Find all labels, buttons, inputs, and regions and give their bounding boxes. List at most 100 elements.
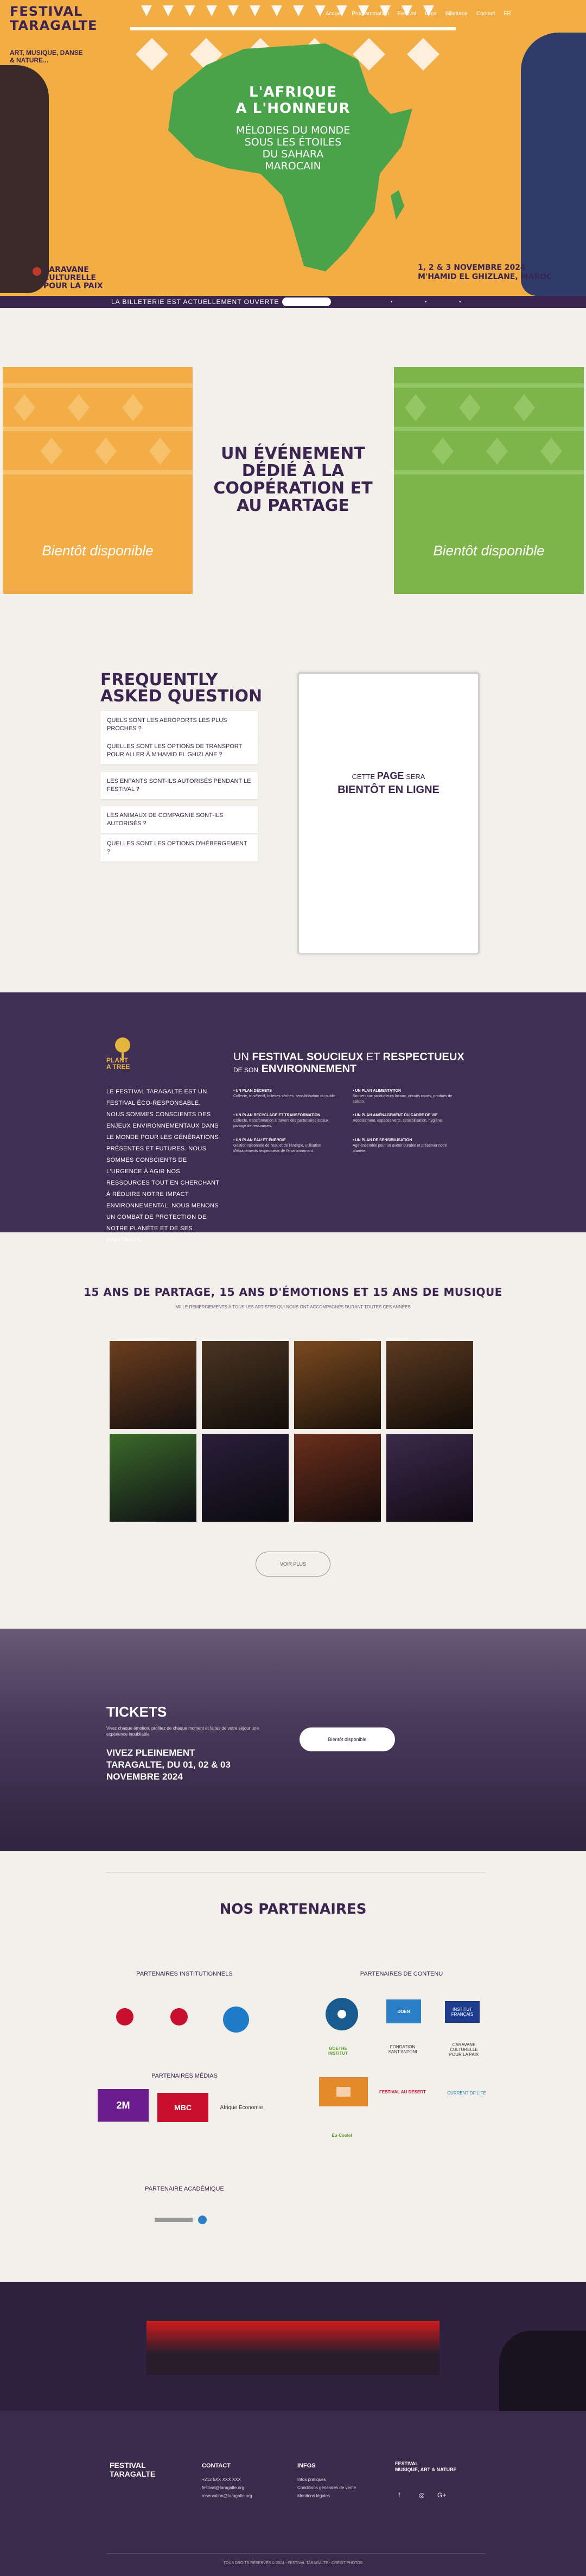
caravane-label: CARAVANE CULTURELLE POUR LA PAIX [43, 265, 103, 290]
coming-soon-post: SERA [406, 773, 425, 781]
infos-link[interactable]: Mentions légales [297, 2493, 330, 2498]
content-logo-current-of-life[interactable]: CURRENT OF LIFE [445, 2085, 488, 2101]
instagram-icon[interactable]: ◎ [419, 2491, 424, 2499]
gallery-photo[interactable] [202, 1434, 289, 1522]
env-title-mid: ET [366, 1051, 380, 1063]
footer-divider [106, 2553, 486, 2554]
contact-email[interactable]: festival@taragalte.org [202, 2485, 244, 2490]
infos-link[interactable]: Infos pratiques [297, 2477, 326, 2482]
env-point-title: • UN PLAN DE SENSIBILISATION [353, 1138, 412, 1142]
tickets-headline: VIVEZ PLEINEMENT TARAGALTE, DU 01, 02 & … [106, 1748, 231, 1782]
footer-partner-logo[interactable]: FESTIVAL MUSIQUE, ART & NATURE [395, 2461, 457, 2473]
gallery-photo[interactable] [110, 1341, 196, 1429]
festival-logo[interactable]: FESTIVAL TARAGALTE ART, MUSIQUE, DANSE &… [10, 4, 118, 64]
content-logo-sant-antoni[interactable]: FONDATION SANT'ANTONI [375, 2036, 430, 2063]
environment-title: UN FESTIVAL SOUCIEUX ET RESPECTUEUX DE S… [233, 1051, 472, 1076]
env-title-line2-prefix: DE SON [233, 1066, 259, 1074]
gallery-photo[interactable] [294, 1434, 381, 1522]
content-logo-emblem[interactable] [326, 1998, 358, 2030]
facebook-icon[interactable]: f [398, 2491, 400, 2499]
institutional-title: PARTENAIRES INSTITUTIONNELS [136, 1971, 233, 1977]
coming-soon-pre: CETTE [352, 773, 375, 781]
institutional-logo[interactable] [217, 1998, 255, 2041]
env-point-text: Soutien aux producteurs locaux, circuits… [353, 1094, 453, 1104]
language-selector[interactable]: FR [504, 11, 511, 17]
env-point-title: • UN PLAN AMÉNAGEMENT DU CADRE DE VIE [353, 1113, 438, 1117]
contact-reservation[interactable]: reservation@taragalte.org [202, 2493, 252, 2498]
content-logo-eu-coolel[interactable]: Eu-Coolel [326, 2122, 358, 2149]
regional-emblem-icon [223, 2007, 249, 2033]
gallery-title: 15 ANS DE PARTAGE, 15 ANS D'ÉMOTIONS ET … [84, 1286, 502, 1299]
env-title-line2-strong: ENVIRONNEMENT [261, 1063, 357, 1075]
nav-item-festival[interactable]: Festival [398, 11, 416, 17]
gallery-photo[interactable] [110, 1434, 196, 1522]
faq-item[interactable]: QUELLES SONT LES OPTIONS D'HÉBERGEMENT ? [100, 834, 258, 862]
gallery-photo[interactable] [386, 1434, 473, 1522]
gallery-subtitle: MILLE REMERCIEMENTS À TOUS LES ARTISTES … [175, 1305, 411, 1309]
logo-tagline: ART, MUSIQUE, DANSE & NATURE... [10, 49, 83, 64]
nav-item-contact[interactable]: Contact [476, 11, 495, 17]
institutional-logo[interactable] [163, 1998, 195, 2036]
voir-plus-button[interactable]: VOIR PLUS [256, 1552, 330, 1577]
content-logo-caravane[interactable]: CARAVANE CULTURELLE POUR LA PAIX [445, 2039, 483, 2060]
nav-item-infos[interactable]: Infos [425, 11, 437, 17]
video-frame[interactable] [146, 2321, 440, 2375]
strip-text: LA BILLETERIE EST ACTUELLEMENT OUVERTE [111, 298, 279, 306]
ticket-strip: LA BILLETERIE EST ACTUELLEMENT OUVERTE •… [0, 296, 586, 308]
tickets-button[interactable]: Bientôt disponible [300, 1727, 395, 1751]
media-logo-mbc[interactable]: MBC [157, 2093, 208, 2122]
env-point-title: • UN PLAN ALIMENTATION [353, 1089, 402, 1093]
main-nav: Accueil Programmation Festival Infos Bil… [326, 11, 511, 17]
gallery-photo[interactable] [294, 1341, 381, 1429]
env-point-text: Gestion raisonnée de l'eau et de l'énerg… [233, 1144, 321, 1153]
faq-item[interactable]: QUELS SONT LES AEROPORTS LES PLUS PROCHE… [100, 711, 258, 738]
coming-soon-line2: BIENTÔT EN LIGNE [337, 784, 440, 796]
nav-item-accueil[interactable]: Accueil [326, 11, 343, 17]
content-logo-festival-au-desert[interactable]: FESTIVAL AU DESERT [375, 2081, 430, 2103]
card-right-pattern [394, 383, 584, 474]
media-logo-afrique-economie[interactable]: Afrique Economie [216, 2097, 267, 2118]
google-plus-icon[interactable]: G+ [437, 2491, 446, 2499]
photo-icon [336, 2087, 351, 2097]
institutional-logo[interactable] [109, 1998, 141, 2036]
academic-logo[interactable] [152, 2212, 212, 2228]
crest-icon [116, 2008, 133, 2026]
woman-right-silhouette [521, 33, 586, 296]
media-logo-2m[interactable]: 2M [98, 2089, 149, 2122]
environment-section: PLANT A TREE LE FESTIVAL TARAGALTE EST U… [0, 992, 586, 1243]
footer-logo[interactable]: FESTIVAL TARAGALTE [110, 2461, 155, 2478]
infos-link[interactable]: Conditions générales de vente [297, 2485, 356, 2490]
content-title: PARTENAIRES DE CONTENU [360, 1971, 443, 1977]
card-left: Bientôt disponible [3, 367, 193, 594]
card-right: Bientôt disponible [394, 367, 584, 594]
strip-button[interactable] [282, 298, 331, 306]
video-band [0, 2282, 586, 2411]
logo-title: FESTIVAL TARAGALTE [10, 4, 98, 33]
content-logo-goethe[interactable]: GOETHE INSTITUT [319, 2040, 357, 2062]
faq-item[interactable]: LES ANIMAUX DE COMPAGNIE SONT-ILS AUTORI… [100, 806, 258, 833]
content-logo-institut-francais[interactable]: INSTITUT FRANÇAIS [445, 2001, 480, 2023]
tickets-text: Vivez chaque émotion, profitez de chaque… [106, 1726, 259, 1737]
footer: FESTIVAL TARAGALTE CONTACT +212 6XX XXX … [0, 2411, 586, 2576]
environment-text: LE FESTIVAL TARAGALTE EST UN FESTIVAL ÉC… [106, 1088, 220, 1243]
env-point-text: Collecte, tri sélectif, toilettes sèches… [233, 1094, 337, 1098]
content-logo-doen[interactable]: DOEN [386, 1999, 421, 2023]
env-title-prefix: UN [233, 1051, 249, 1063]
nav-item-programmation[interactable]: Programmation [352, 11, 388, 17]
card-left-pattern [3, 383, 193, 474]
env-point: • UN PLAN AMÉNAGEMENT DU CADRE DE VIE Reb… [353, 1113, 461, 1124]
hero-banner: FESTIVAL TARAGALTE ART, MUSIQUE, DANSE &… [0, 0, 586, 296]
env-point: • UN PLAN EAU ET ÉNERGIE Gestion raisonné… [233, 1138, 342, 1154]
woman-left-silhouette [0, 65, 49, 293]
faq-item[interactable]: QUELLES SONT LES OPTIONS DE TRANSPORT PO… [100, 737, 258, 764]
gallery-photo[interactable] [202, 1341, 289, 1429]
faq-item[interactable]: LES ENFANTS SONT-ILS AUTORISÉS PENDANT L… [100, 772, 258, 799]
copyright: TOUS DROITS RÉSERVÉS © 2024 - FESTIVAL T… [223, 2561, 363, 2565]
contact-phone[interactable]: +212 6XX XXX XXX [202, 2477, 241, 2482]
nav-item-billetterie[interactable]: Billetterie [445, 11, 468, 17]
gallery-photo[interactable] [386, 1341, 473, 1429]
event-date: 1, 2 & 3 NOVEMBRE 2024 M'HAMID EL GHIZLA… [418, 263, 552, 281]
content-logo-festival-photo[interactable] [319, 2077, 368, 2106]
hero-headline: L'AFRIQUE A L'HONNEUR [235, 84, 351, 117]
plant-a-tree-badge: PLANT A TREE [106, 1033, 139, 1077]
